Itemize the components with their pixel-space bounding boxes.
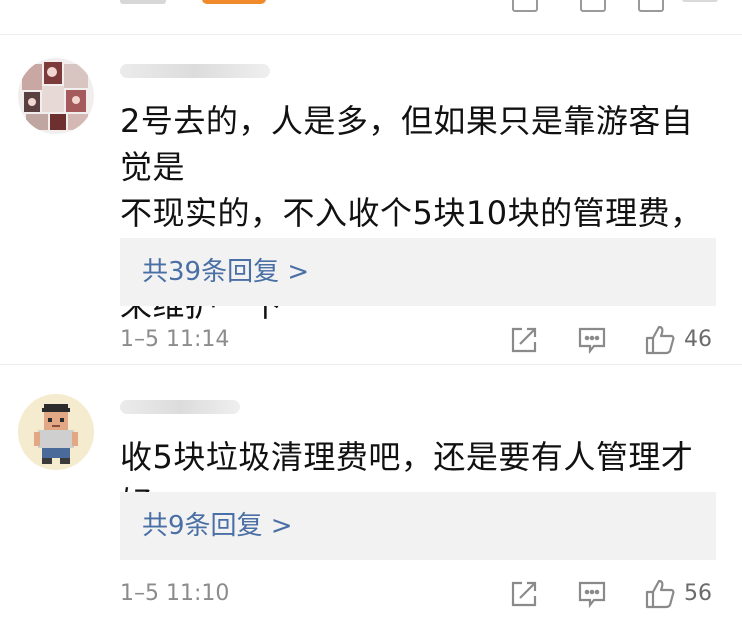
share-icon[interactable]: [512, 0, 538, 12]
comment-item: 收5块垃圾清理费吧，还是要有人管理才好 共9条回复 > 1–5 11:10: [0, 364, 742, 630]
like-icon[interactable]: [644, 578, 676, 610]
share-icon[interactable]: [508, 324, 540, 356]
comment-feed: 2号去的，人是多，但如果只是靠游客自觉是 不现实的，不入收个5块10块的管理费，…: [0, 0, 742, 630]
replies-box[interactable]: 共9条回复 >: [120, 492, 716, 560]
like-count: 56: [684, 581, 712, 606]
previous-comment-footer: [0, 0, 742, 35]
comment-timestamp: 1–5 11:14: [120, 327, 230, 352]
comment-timestamp: 1–5 11:10: [120, 581, 230, 606]
comment-text-line: 2号去的，人是多，但如果只是靠游客自觉是: [120, 102, 694, 186]
like-icon[interactable]: [638, 0, 664, 12]
comment-footer: 1–5 11:14 46: [0, 322, 742, 358]
previous-timestamp-fragment: [120, 0, 166, 4]
view-replies-link[interactable]: 共9条回复 >: [142, 508, 293, 544]
previous-like-count-fragment: [682, 0, 718, 2]
replies-box[interactable]: 共39条回复 >: [120, 238, 716, 306]
previous-badge-fragment: [202, 0, 266, 4]
like-count: 46: [684, 327, 712, 352]
view-replies-link[interactable]: 共39条回复 >: [142, 254, 309, 290]
comment-icon[interactable]: [580, 0, 606, 12]
username-blurred[interactable]: [120, 400, 240, 414]
comment-item: 2号去的，人是多，但如果只是靠游客自觉是 不现实的，不入收个5块10块的管理费，…: [0, 34, 742, 364]
collage-avatar-icon[interactable]: [18, 58, 94, 134]
share-icon[interactable]: [508, 578, 540, 610]
pixel-character-avatar-icon[interactable]: [18, 394, 94, 470]
comment-icon[interactable]: [576, 578, 608, 610]
username-blurred[interactable]: [120, 64, 270, 78]
comment-footer: 1–5 11:10 56: [0, 576, 742, 612]
comment-icon[interactable]: [576, 324, 608, 356]
like-icon[interactable]: [644, 324, 676, 356]
